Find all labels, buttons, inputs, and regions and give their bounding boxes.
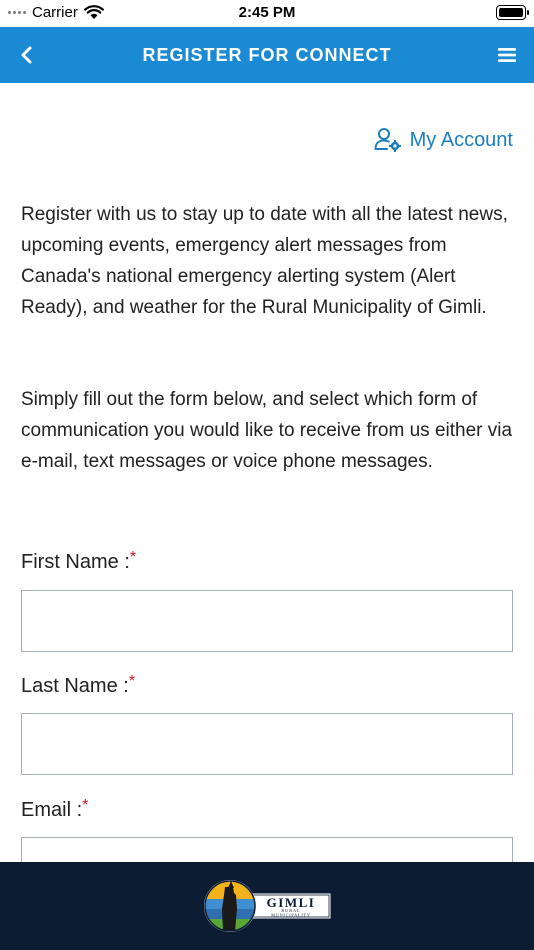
email-input[interactable]	[21, 837, 513, 863]
content-area[interactable]: My Account Register with us to stay up t…	[0, 83, 534, 863]
my-account-label[interactable]: My Account	[410, 129, 513, 152]
intro-paragraph-2: Simply fill out the form below, and sele…	[21, 389, 513, 472]
last-name-label-text: Last Name :	[21, 675, 129, 697]
first-name-label: First Name :*	[21, 549, 137, 574]
logo-text-sub2: MUNICIPALITY	[271, 913, 310, 918]
status-bar: Carrier 2:45 PM	[0, 0, 534, 27]
last-name-input[interactable]	[21, 713, 513, 775]
screen: Carrier 2:45 PM REGISTER FOR CONNECT My …	[0, 0, 534, 950]
email-label-text: Email :	[21, 799, 83, 821]
hamburger-menu-icon[interactable]	[496, 44, 518, 66]
my-account-link[interactable]: My Account	[374, 127, 513, 153]
last-name-label: Last Name :*	[21, 673, 136, 698]
intro-paragraph-1: Register with us to stay up to date with…	[21, 204, 508, 318]
gimli-logo: GIMLI RURAL MUNICIPALITY	[204, 880, 332, 932]
email-label: Email :*	[21, 797, 89, 822]
status-time: 2:45 PM	[238, 4, 296, 21]
required-mark: *	[129, 549, 137, 566]
page-title: REGISTER FOR CONNECT	[142, 45, 392, 65]
nav-bar: REGISTER FOR CONNECT	[0, 27, 534, 83]
battery-icon	[496, 5, 529, 20]
first-name-label-text: First Name :	[21, 551, 130, 573]
first-name-input[interactable]	[21, 590, 513, 652]
user-settings-icon	[374, 128, 401, 152]
footer-bar: GIMLI RURAL MUNICIPALITY	[0, 862, 534, 950]
required-mark: *	[128, 673, 136, 690]
required-mark: *	[82, 797, 89, 814]
